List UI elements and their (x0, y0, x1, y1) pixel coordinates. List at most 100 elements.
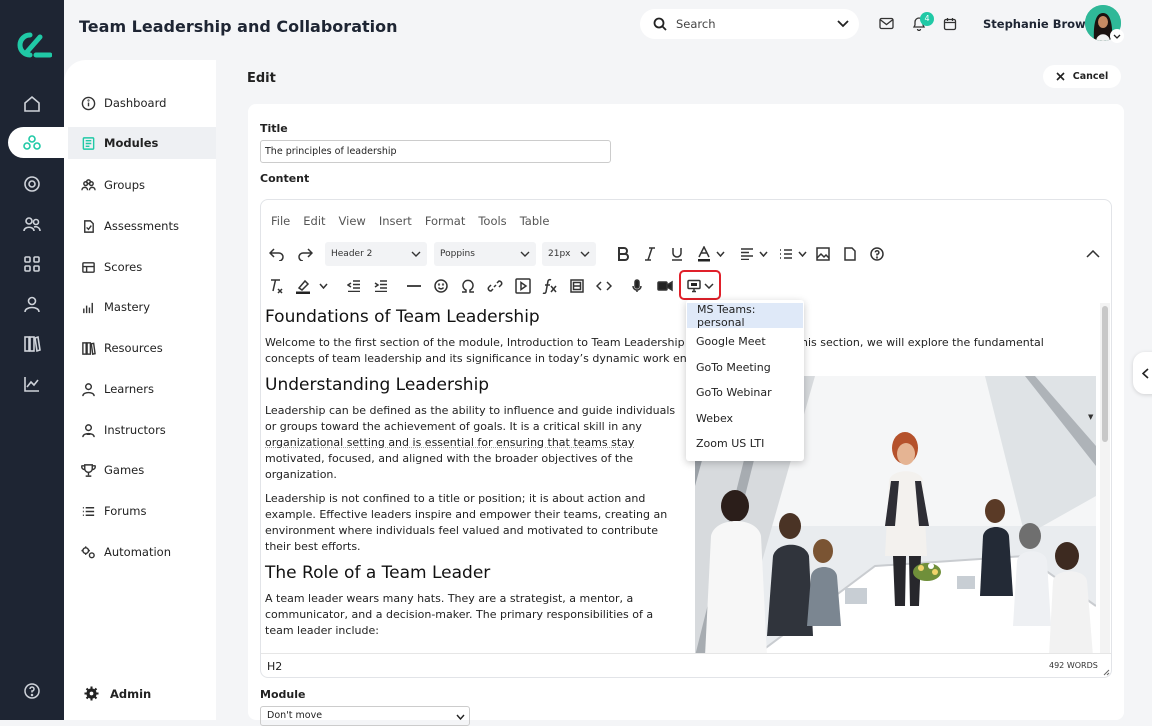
sidebar-item-games[interactable]: Games (68, 454, 216, 486)
trend-chart-icon[interactable] (22, 374, 42, 394)
mail-icon[interactable] (879, 17, 894, 30)
content-line: environment where individuals feel value… (265, 524, 658, 537)
admin-menu[interactable]: Admin (84, 686, 151, 701)
resize-handle-icon[interactable] (1103, 669, 1110, 676)
module-select[interactable]: Don't move (260, 706, 470, 726)
module-select-value: Don't move (267, 710, 323, 721)
chevron-down-icon[interactable] (754, 245, 772, 263)
italic-icon[interactable] (641, 245, 659, 263)
bold-icon[interactable] (614, 245, 632, 263)
user-icon[interactable] (22, 294, 42, 314)
panel-toggle-button[interactable] (1133, 352, 1152, 394)
cancel-label: Cancel (1072, 71, 1109, 82)
sidebar-item-scores[interactable]: Scores (68, 251, 216, 283)
sidebar-item-dashboard[interactable]: Dashboard (68, 87, 216, 119)
library-icon[interactable] (22, 334, 42, 354)
editor-scrollbar[interactable] (1100, 303, 1110, 653)
special-character-icon[interactable] (459, 277, 477, 295)
app-logo[interactable] (12, 31, 52, 59)
menu-tools[interactable]: Tools (478, 214, 506, 228)
sidebar-item-instructors[interactable]: Instructors (68, 414, 216, 446)
scores-icon (82, 261, 95, 273)
info-circle-icon (81, 96, 96, 110)
code-icon[interactable] (595, 277, 613, 295)
undo-icon[interactable] (268, 245, 286, 263)
content-paragraph-1-line-2: concepts of team leadership and its sign… (265, 352, 687, 365)
dropdown-item-goto-webinar[interactable]: GoTo Webinar (686, 380, 804, 405)
video-camera-icon[interactable] (656, 277, 674, 295)
modules-rail-icon[interactable] (22, 133, 42, 153)
sidebar-item-automation[interactable]: Automation (68, 536, 216, 568)
sidebar-item-label: Modules (104, 136, 159, 150)
title-input[interactable]: The principles of leadership (260, 140, 611, 163)
content-line: Leadership can be defined as the ability… (265, 404, 676, 417)
page-title: Team Leadership and Collaboration (79, 17, 398, 36)
content-line: motivated, focused, and aligned with the… (265, 452, 633, 465)
help-icon[interactable] (23, 682, 41, 700)
highlight-color-icon[interactable] (294, 277, 312, 295)
microphone-icon[interactable] (628, 277, 646, 295)
dropdown-item-ms-teams[interactable]: MS Teams: personal (687, 303, 803, 329)
media-embed-icon[interactable] (514, 277, 532, 295)
dropdown-item-google-meet[interactable]: Google Meet (686, 329, 804, 354)
indent-icon[interactable] (372, 277, 390, 295)
scrollbar-thumb[interactable] (1102, 306, 1108, 442)
content-line: their best efforts. (265, 540, 361, 553)
chevron-up-icon[interactable] (1084, 245, 1102, 263)
dropdown-item-goto-meeting[interactable]: GoTo Meeting (686, 355, 804, 380)
template-icon[interactable] (568, 277, 586, 295)
word-count[interactable]: 492 WORDS (1049, 661, 1098, 670)
search-input[interactable]: Search (640, 9, 859, 39)
sidebar-item-forums[interactable]: Forums (68, 495, 216, 527)
emoji-icon[interactable] (432, 277, 450, 295)
element-path[interactable]: H2 (267, 660, 282, 673)
home-icon[interactable] (22, 94, 42, 114)
editor-content[interactable]: Foundations of Team Leadership Welcome t… (261, 303, 1099, 653)
title-label: Title (260, 122, 288, 135)
document-icon[interactable] (841, 245, 859, 263)
block-format-select[interactable]: Header 2 (325, 242, 427, 266)
target-icon[interactable] (22, 174, 42, 194)
chevron-down-icon[interactable] (314, 277, 332, 295)
calendar-icon[interactable] (943, 17, 957, 31)
sidebar-item-assessments[interactable]: Assessments (68, 210, 216, 242)
chevron-down-icon[interactable] (793, 245, 811, 263)
dropdown-item-zoom[interactable]: Zoom US LTI (686, 431, 804, 456)
content-paragraph-4: A team leader wears many hats. They are … (265, 591, 653, 639)
outdent-icon[interactable] (345, 277, 363, 295)
font-family-select[interactable]: Poppins (434, 242, 536, 266)
grid-icon[interactable] (22, 254, 42, 274)
menu-edit[interactable]: Edit (303, 214, 325, 228)
sidebar-item-learners[interactable]: Learners (68, 373, 216, 405)
menu-insert[interactable]: Insert (379, 214, 412, 228)
dropdown-item-webex[interactable]: Webex (686, 406, 804, 431)
groups-rail-icon[interactable] (22, 214, 42, 234)
image-icon[interactable] (814, 245, 832, 263)
sidebar-item-resources[interactable]: Resources (68, 332, 216, 364)
user-name[interactable]: Stephanie Brown (983, 17, 1094, 31)
user-menu-chevron-icon[interactable] (1110, 29, 1124, 43)
clear-format-icon[interactable] (268, 277, 286, 295)
modules-icon (82, 136, 95, 150)
redo-icon[interactable] (296, 245, 314, 263)
link-icon[interactable] (486, 277, 504, 295)
formula-icon[interactable] (541, 277, 559, 295)
menu-view[interactable]: View (339, 214, 366, 228)
sidebar-item-mastery[interactable]: Mastery (68, 291, 216, 323)
help-circle-icon[interactable] (868, 245, 886, 263)
content-paragraph-1: Welcome to the first section of the modu… (265, 335, 1044, 367)
cancel-button[interactable]: Cancel (1043, 65, 1121, 88)
font-size-select[interactable]: 21px (542, 242, 596, 266)
chevron-down-icon[interactable] (837, 20, 849, 28)
horizontal-rule-icon[interactable] (405, 277, 423, 295)
content-line: communicator, and a decision-maker. The … (265, 608, 654, 621)
underline-icon[interactable] (668, 245, 686, 263)
menu-table[interactable]: Table (520, 214, 550, 228)
menu-format[interactable]: Format (425, 214, 466, 228)
sidebar-item-modules[interactable]: Modules (68, 127, 216, 159)
books-icon (82, 341, 96, 355)
scroll-down-arrow-icon[interactable]: ▼ (1088, 413, 1093, 421)
sidebar-item-groups[interactable]: Groups (68, 169, 216, 201)
chevron-down-icon[interactable] (711, 245, 729, 263)
menu-file[interactable]: File (271, 214, 290, 228)
